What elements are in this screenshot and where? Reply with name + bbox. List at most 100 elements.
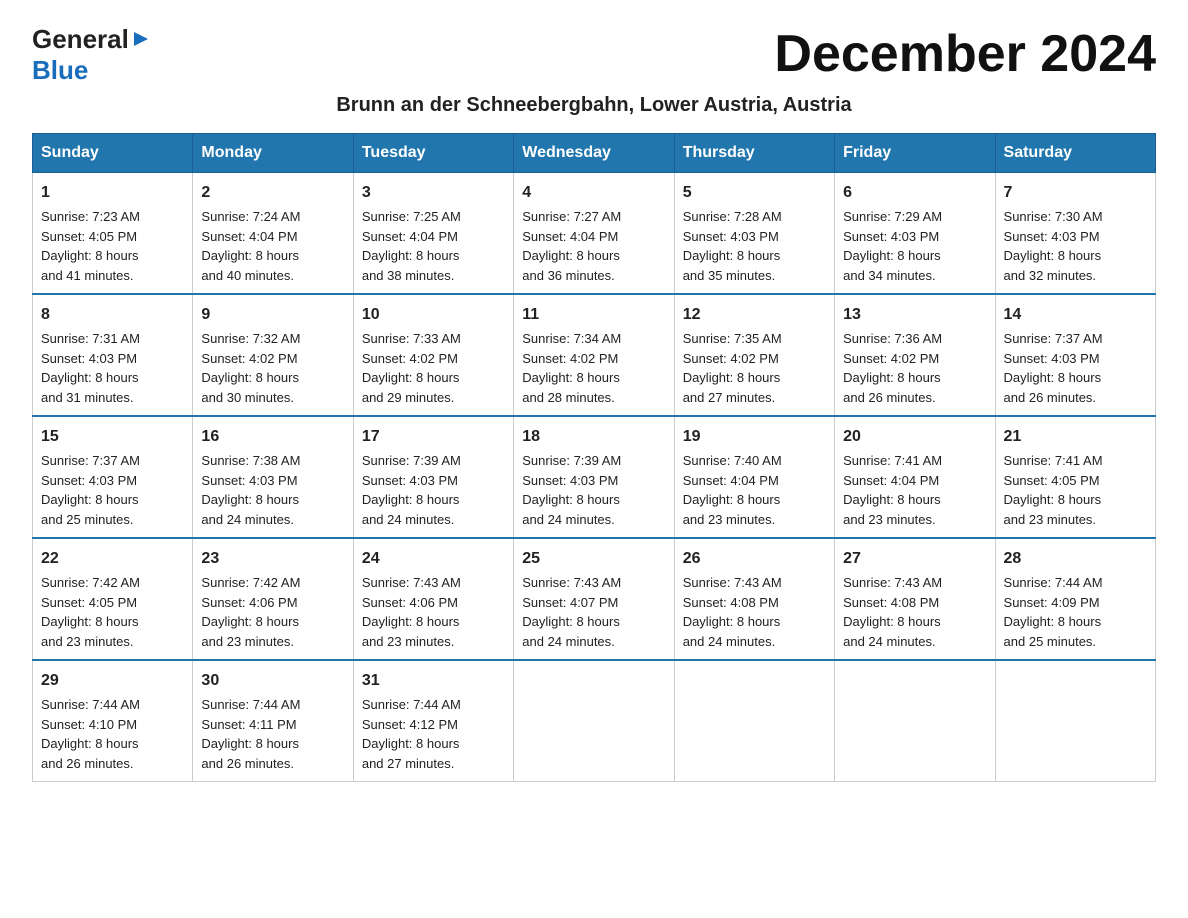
- day-number: 19: [683, 425, 826, 449]
- calendar-week-row: 8 Sunrise: 7:31 AM Sunset: 4:03 PM Dayli…: [33, 294, 1156, 416]
- daylight-value: and 23 minutes.: [201, 634, 294, 649]
- daylight-value: and 32 minutes.: [1004, 268, 1097, 283]
- calendar-cell: 2 Sunrise: 7:24 AM Sunset: 4:04 PM Dayli…: [193, 173, 353, 295]
- sunset-label: Sunset: 4:07 PM: [522, 595, 618, 610]
- sunset-label: Sunset: 4:03 PM: [522, 473, 618, 488]
- day-number: 22: [41, 547, 184, 571]
- calendar-cell: [674, 660, 834, 782]
- calendar-cell: 15 Sunrise: 7:37 AM Sunset: 4:03 PM Dayl…: [33, 416, 193, 538]
- daylight-value: and 27 minutes.: [362, 756, 455, 771]
- sunset-label: Sunset: 4:12 PM: [362, 717, 458, 732]
- daylight-label: Daylight: 8 hours: [683, 492, 781, 507]
- day-number: 11: [522, 303, 665, 327]
- daylight-value: and 34 minutes.: [843, 268, 936, 283]
- sunrise-label: Sunrise: 7:36 AM: [843, 331, 942, 346]
- calendar-cell: [995, 660, 1155, 782]
- daylight-value: and 26 minutes.: [843, 390, 936, 405]
- daylight-value: and 26 minutes.: [201, 756, 294, 771]
- sunset-label: Sunset: 4:06 PM: [201, 595, 297, 610]
- sunrise-label: Sunrise: 7:37 AM: [1004, 331, 1103, 346]
- calendar-cell: 31 Sunrise: 7:44 AM Sunset: 4:12 PM Dayl…: [353, 660, 513, 782]
- calendar-cell: 1 Sunrise: 7:23 AM Sunset: 4:05 PM Dayli…: [33, 173, 193, 295]
- calendar-week-row: 29 Sunrise: 7:44 AM Sunset: 4:10 PM Dayl…: [33, 660, 1156, 782]
- calendar-cell: 13 Sunrise: 7:36 AM Sunset: 4:02 PM Dayl…: [835, 294, 995, 416]
- sunset-label: Sunset: 4:03 PM: [41, 473, 137, 488]
- daylight-label: Daylight: 8 hours: [201, 492, 299, 507]
- day-number: 2: [201, 181, 344, 205]
- daylight-label: Daylight: 8 hours: [362, 248, 460, 263]
- sunset-label: Sunset: 4:03 PM: [843, 229, 939, 244]
- daylight-value: and 24 minutes.: [201, 512, 294, 527]
- daylight-value: and 24 minutes.: [522, 634, 615, 649]
- day-number: 13: [843, 303, 986, 327]
- sunset-label: Sunset: 4:02 PM: [843, 351, 939, 366]
- sunrise-label: Sunrise: 7:24 AM: [201, 209, 300, 224]
- daylight-value: and 23 minutes.: [362, 634, 455, 649]
- sunset-label: Sunset: 4:05 PM: [41, 229, 137, 244]
- sunset-label: Sunset: 4:03 PM: [1004, 351, 1100, 366]
- day-number: 5: [683, 181, 826, 205]
- daylight-label: Daylight: 8 hours: [201, 614, 299, 629]
- calendar-cell: 23 Sunrise: 7:42 AM Sunset: 4:06 PM Dayl…: [193, 538, 353, 660]
- calendar-week-row: 15 Sunrise: 7:37 AM Sunset: 4:03 PM Dayl…: [33, 416, 1156, 538]
- daylight-label: Daylight: 8 hours: [683, 614, 781, 629]
- daylight-value: and 26 minutes.: [1004, 390, 1097, 405]
- day-number: 6: [843, 181, 986, 205]
- sunset-label: Sunset: 4:04 PM: [362, 229, 458, 244]
- daylight-value: and 24 minutes.: [362, 512, 455, 527]
- daylight-value: and 23 minutes.: [683, 512, 776, 527]
- sunrise-label: Sunrise: 7:42 AM: [201, 575, 300, 590]
- sunset-label: Sunset: 4:03 PM: [1004, 229, 1100, 244]
- calendar-cell: 27 Sunrise: 7:43 AM Sunset: 4:08 PM Dayl…: [835, 538, 995, 660]
- sunset-label: Sunset: 4:04 PM: [843, 473, 939, 488]
- day-number: 12: [683, 303, 826, 327]
- calendar-cell: 22 Sunrise: 7:42 AM Sunset: 4:05 PM Dayl…: [33, 538, 193, 660]
- col-sunday: Sunday: [33, 134, 193, 173]
- day-number: 26: [683, 547, 826, 571]
- sunrise-label: Sunrise: 7:28 AM: [683, 209, 782, 224]
- daylight-label: Daylight: 8 hours: [201, 736, 299, 751]
- sunrise-label: Sunrise: 7:23 AM: [41, 209, 140, 224]
- calendar-cell: 25 Sunrise: 7:43 AM Sunset: 4:07 PM Dayl…: [514, 538, 674, 660]
- sunset-label: Sunset: 4:08 PM: [843, 595, 939, 610]
- col-tuesday: Tuesday: [353, 134, 513, 173]
- day-number: 23: [201, 547, 344, 571]
- calendar-cell: 10 Sunrise: 7:33 AM Sunset: 4:02 PM Dayl…: [353, 294, 513, 416]
- day-number: 14: [1004, 303, 1147, 327]
- daylight-label: Daylight: 8 hours: [683, 370, 781, 385]
- daylight-label: Daylight: 8 hours: [41, 614, 139, 629]
- sunrise-label: Sunrise: 7:34 AM: [522, 331, 621, 346]
- calendar-cell: 26 Sunrise: 7:43 AM Sunset: 4:08 PM Dayl…: [674, 538, 834, 660]
- sunset-label: Sunset: 4:03 PM: [683, 229, 779, 244]
- day-number: 9: [201, 303, 344, 327]
- daylight-label: Daylight: 8 hours: [41, 736, 139, 751]
- sunset-label: Sunset: 4:02 PM: [201, 351, 297, 366]
- col-friday: Friday: [835, 134, 995, 173]
- sunset-label: Sunset: 4:02 PM: [522, 351, 618, 366]
- sunrise-label: Sunrise: 7:44 AM: [1004, 575, 1103, 590]
- daylight-label: Daylight: 8 hours: [201, 248, 299, 263]
- calendar-cell: 18 Sunrise: 7:39 AM Sunset: 4:03 PM Dayl…: [514, 416, 674, 538]
- page-subtitle: Brunn an der Schneebergbahn, Lower Austr…: [32, 94, 1156, 117]
- daylight-label: Daylight: 8 hours: [362, 492, 460, 507]
- calendar-cell: 14 Sunrise: 7:37 AM Sunset: 4:03 PM Dayl…: [995, 294, 1155, 416]
- calendar-cell: 9 Sunrise: 7:32 AM Sunset: 4:02 PM Dayli…: [193, 294, 353, 416]
- calendar-cell: 7 Sunrise: 7:30 AM Sunset: 4:03 PM Dayli…: [995, 173, 1155, 295]
- sunset-label: Sunset: 4:10 PM: [41, 717, 137, 732]
- sunrise-label: Sunrise: 7:33 AM: [362, 331, 461, 346]
- sunrise-label: Sunrise: 7:43 AM: [683, 575, 782, 590]
- daylight-value: and 35 minutes.: [683, 268, 776, 283]
- daylight-label: Daylight: 8 hours: [1004, 492, 1102, 507]
- day-number: 24: [362, 547, 505, 571]
- daylight-label: Daylight: 8 hours: [41, 492, 139, 507]
- sunset-label: Sunset: 4:03 PM: [41, 351, 137, 366]
- daylight-value: and 25 minutes.: [41, 512, 134, 527]
- sunset-label: Sunset: 4:05 PM: [41, 595, 137, 610]
- page-title: December 2024: [774, 24, 1156, 84]
- daylight-value: and 23 minutes.: [843, 512, 936, 527]
- sunrise-label: Sunrise: 7:44 AM: [41, 697, 140, 712]
- daylight-label: Daylight: 8 hours: [683, 248, 781, 263]
- sunrise-label: Sunrise: 7:37 AM: [41, 453, 140, 468]
- daylight-value: and 29 minutes.: [362, 390, 455, 405]
- day-number: 27: [843, 547, 986, 571]
